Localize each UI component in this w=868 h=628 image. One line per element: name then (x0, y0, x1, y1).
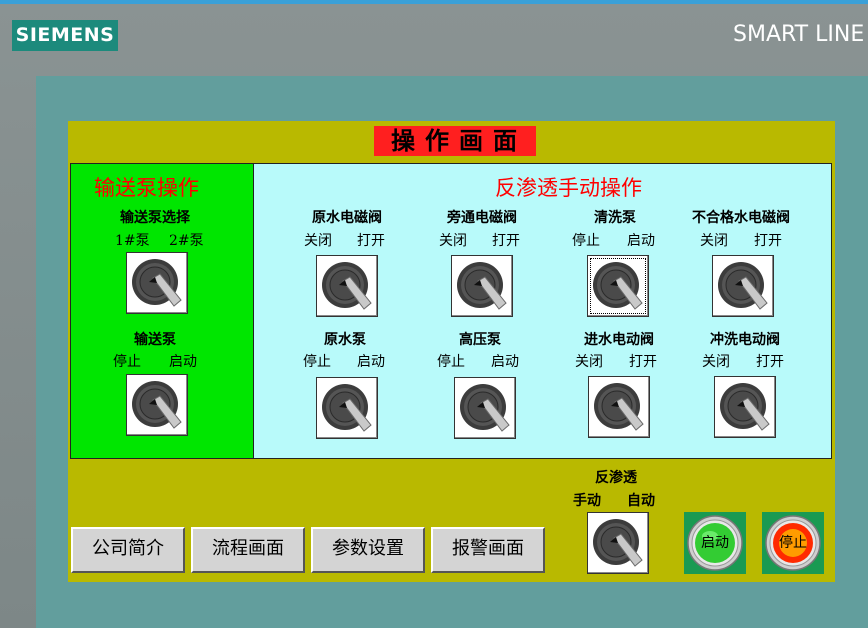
high-pressure-pump-switch[interactable] (454, 377, 516, 439)
parameter-settings-button[interactable]: 参数设置 (311, 527, 425, 573)
switch-left-state: 停止 (303, 354, 331, 370)
cleaning-pump-switch[interactable] (587, 255, 649, 317)
pump-select-switch[interactable] (126, 252, 188, 314)
switch-right-state: 打开 (492, 233, 520, 249)
switch-right-state: 启动 (357, 354, 385, 370)
switch-left-state: 停止 (437, 354, 465, 370)
switch-left-state: 关闭 (702, 354, 730, 370)
page-title: 操作画面 (374, 126, 536, 156)
switch-right-state: 自动 (627, 493, 655, 509)
raw-water-pump-switch[interactable] (316, 377, 378, 439)
rotary-switch-icon (317, 256, 377, 316)
switch-label: 原水电磁阀 (312, 210, 382, 226)
switch-left-state: 关闭 (439, 233, 467, 249)
stop-button[interactable]: 停止 (762, 512, 824, 574)
start-button[interactable]: 启动 (684, 512, 746, 574)
switch-right-state: 启动 (169, 354, 197, 370)
switch-label: 输送泵选择 (120, 210, 190, 226)
rotary-switch-icon (455, 378, 515, 438)
conveyor-pump-switch[interactable] (126, 374, 188, 436)
raw-water-solenoid-switch[interactable] (316, 255, 378, 317)
switch-right-state: 打开 (629, 354, 657, 370)
switch-left-state: 关闭 (575, 354, 603, 370)
rotary-switch-icon (317, 378, 377, 438)
switch-right-state: 启动 (491, 354, 519, 370)
flush-motor-valve-switch[interactable] (714, 376, 776, 438)
alarm-screen-button[interactable]: 报警画面 (431, 527, 545, 573)
switch-label: 不合格水电磁阀 (692, 210, 790, 226)
rotary-switch-icon (589, 377, 649, 437)
switch-label: 清洗泵 (594, 210, 636, 226)
switch-right-state: 打开 (754, 233, 782, 249)
inlet-motor-valve-switch[interactable] (588, 376, 650, 438)
start-label: 启动 (701, 535, 729, 551)
switch-label: 冲洗电动阀 (710, 332, 780, 348)
rotary-switch-icon (127, 253, 187, 313)
bypass-solenoid-switch[interactable] (451, 255, 513, 317)
switch-right-state: 2#泵 (169, 233, 204, 249)
company-intro-button[interactable]: 公司简介 (71, 527, 185, 573)
rotary-switch-icon (713, 256, 773, 316)
switch-label: 高压泵 (459, 332, 501, 348)
switch-right-state: 启动 (627, 233, 655, 249)
switch-label: 进水电动阀 (584, 332, 654, 348)
switch-left-state: 关闭 (304, 233, 332, 249)
switch-label: 输送泵 (134, 332, 176, 348)
window-top-edge (0, 0, 868, 4)
switch-left-state: 1#泵 (115, 233, 150, 249)
stop-label: 停止 (779, 535, 807, 551)
siemens-logo: SIEMENS (12, 20, 118, 51)
reject-water-solenoid-switch[interactable] (712, 255, 774, 317)
rotary-switch-icon (127, 375, 187, 435)
switch-label: 旁通电磁阀 (447, 210, 517, 226)
switch-left-state: 停止 (113, 354, 141, 370)
rotary-switch-icon (715, 377, 775, 437)
switch-left-state: 手动 (573, 493, 601, 509)
process-screen-button[interactable]: 流程画面 (191, 527, 305, 573)
conveyor-pump-title: 输送泵操作 (94, 176, 199, 200)
rotary-switch-icon (588, 513, 648, 573)
switch-left-state: 停止 (572, 233, 600, 249)
model-label: SMART LINE (733, 22, 865, 47)
ro-manual-title: 反渗透手动操作 (495, 176, 642, 200)
switch-right-state: 打开 (756, 354, 784, 370)
rotary-switch-icon (588, 256, 648, 316)
rotary-switch-icon (452, 256, 512, 316)
switch-left-state: 关闭 (700, 233, 728, 249)
switch-label: 原水泵 (324, 332, 366, 348)
switch-label: 反渗透 (595, 470, 637, 486)
ro-mode-switch[interactable] (587, 512, 649, 574)
switch-right-state: 打开 (357, 233, 385, 249)
